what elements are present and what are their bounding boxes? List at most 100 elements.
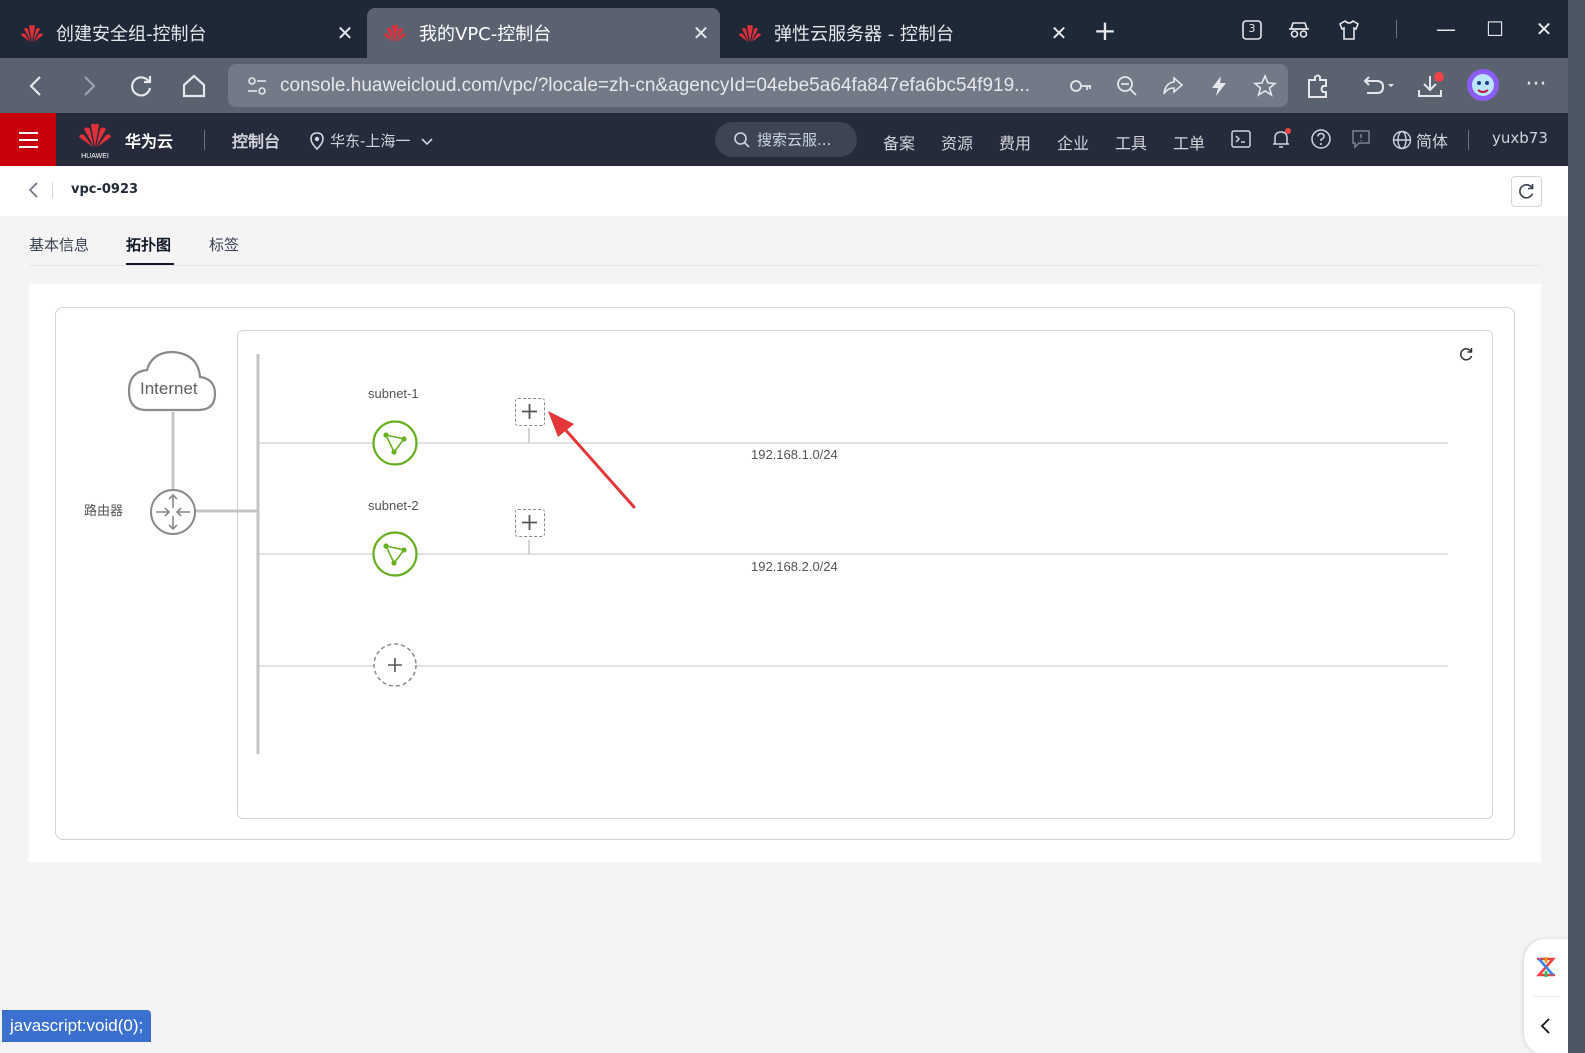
region-selector[interactable]: 华东-上海一: [310, 130, 434, 151]
username[interactable]: yuxb73: [1492, 129, 1548, 147]
huawei-favicon-icon: [21, 25, 43, 42]
maximize-button[interactable]: ☐: [1480, 14, 1510, 44]
browser-tab-title: 我的VPC-控制台: [419, 24, 552, 45]
internet-label: Internet: [140, 379, 198, 398]
new-tab-button[interactable]: +: [1090, 14, 1120, 48]
key-icon[interactable]: [1068, 73, 1094, 99]
console-header: HUAWEI 华为云 控制台 华东-上海一 搜索云服... 备案 资源 费用 企…: [0, 113, 1568, 166]
language-switch[interactable]: 简体: [1392, 128, 1448, 152]
share-icon[interactable]: [1160, 73, 1186, 99]
header-divider: [204, 130, 205, 150]
favorite-star-icon[interactable]: [1252, 73, 1278, 99]
toolbar-divider: [1396, 20, 1397, 38]
browser-toolbar: console.huaweicloud.com/vpc/?locale=zh-c…: [0, 58, 1568, 113]
subnet-1-cidr: 192.168.1.0/24: [751, 447, 838, 462]
subnet-2-cidr: 192.168.2.0/24: [751, 559, 838, 574]
search-icon: [734, 131, 750, 148]
tab-tags[interactable]: 标签: [209, 234, 239, 255]
subnet-2-name: subnet-2: [368, 498, 419, 513]
nav-enterprise[interactable]: 企业: [1057, 130, 1089, 154]
extensions-icon[interactable]: [1302, 70, 1334, 102]
close-tab-icon[interactable]: ✕: [690, 21, 712, 45]
download-icon[interactable]: [1414, 70, 1446, 102]
forward-arrow-icon[interactable]: [73, 70, 105, 102]
page-content: vpc-0923 基本信息 拓扑图 标签 Internet 路由器 subnet…: [0, 166, 1568, 1053]
nav-tools[interactable]: 工具: [1115, 130, 1147, 154]
back-chevron-icon[interactable]: [24, 179, 44, 201]
shirt-icon[interactable]: [1337, 18, 1361, 42]
assistant-logo-icon[interactable]: [1534, 955, 1558, 979]
huawei-favicon-icon: [739, 25, 761, 42]
breadcrumb-divider: [52, 182, 53, 198]
refresh-icon: [1519, 184, 1534, 199]
browser-menu-icon[interactable]: ···: [1520, 72, 1552, 97]
close-window-button[interactable]: ✕: [1529, 14, 1559, 44]
tab-topology[interactable]: 拓扑图: [126, 234, 171, 255]
reload-icon[interactable]: [125, 70, 157, 102]
tab-basic-info[interactable]: 基本信息: [29, 234, 89, 255]
profile-avatar-icon[interactable]: [1466, 68, 1500, 102]
status-text: javascript:void(0);: [10, 1016, 144, 1035]
service-search-input[interactable]: 搜索云服...: [715, 122, 857, 157]
lightning-icon[interactable]: [1206, 73, 1232, 99]
link-status-bar: javascript:void(0);: [2, 1010, 152, 1042]
brand-name[interactable]: 华为云: [125, 128, 173, 152]
subnet-1-name: subnet-1: [368, 386, 419, 401]
cloud-shell-icon[interactable]: [1230, 128, 1252, 150]
nav-beian[interactable]: 备案: [883, 130, 915, 154]
router-label: 路由器: [84, 503, 124, 518]
collapse-chevron-icon[interactable]: [1537, 1015, 1555, 1037]
browser-tab-3[interactable]: 弹性云服务器 - 控制台 ✕: [722, 8, 1078, 58]
nav-resources[interactable]: 资源: [941, 130, 973, 154]
huawei-logo-text: HUAWEI: [81, 153, 109, 160]
subnet-1-icon[interactable]: [371, 419, 419, 467]
huawei-logo[interactable]: HUAWEI: [78, 121, 112, 160]
browser-tab-title: 创建安全组-控制台: [56, 24, 207, 45]
browser-tab-2[interactable]: 我的VPC-控制台 ✕: [367, 8, 720, 58]
incognito-icon[interactable]: [1287, 18, 1311, 42]
language-label: 简体: [1416, 132, 1449, 151]
browser-tab-bar: 创建安全组-控制台 ✕ 我的VPC-控制台 ✕ 弹性云服务器 - 控制台 ✕ +…: [0, 0, 1568, 58]
browser-tab-1[interactable]: 创建安全组-控制台 ✕: [4, 8, 364, 58]
topology-card: Internet 路由器 subnet-1 192.168.1.0/24 sub…: [29, 284, 1541, 862]
breadcrumb: vpc-0923: [0, 166, 1568, 216]
page-title: vpc-0923: [71, 182, 139, 197]
back-arrow-icon[interactable]: [20, 70, 52, 102]
window-edge: [1568, 0, 1585, 1053]
url-text: console.huaweicloud.com/vpc/?locale=zh-c…: [280, 74, 1030, 96]
address-bar[interactable]: console.huaweicloud.com/vpc/?locale=zh-c…: [228, 64, 1288, 107]
side-panel-divider: [1534, 996, 1560, 997]
huawei-favicon-icon: [384, 25, 406, 42]
add-subnet-button[interactable]: [372, 642, 418, 688]
refresh-button[interactable]: [1511, 176, 1542, 207]
close-tab-icon[interactable]: ✕: [1048, 21, 1070, 45]
nav-tickets[interactable]: 工单: [1173, 130, 1205, 154]
floating-side-panel: [1524, 939, 1568, 1053]
zoom-out-icon[interactable]: [1114, 73, 1140, 99]
close-tab-icon[interactable]: ✕: [334, 21, 356, 45]
browser-tab-title: 弹性云服务器 - 控制台: [774, 24, 954, 45]
subnet-2-add-instance-button[interactable]: [515, 509, 545, 537]
notification-bell-icon[interactable]: [1270, 128, 1292, 150]
feedback-icon[interactable]: [1350, 128, 1372, 150]
tab-count-button[interactable]: 3: [1240, 18, 1264, 42]
annotation-arrow-icon: [548, 411, 636, 509]
site-settings-icon[interactable]: [244, 73, 270, 99]
header-divider: [1468, 130, 1469, 150]
nav-billing[interactable]: 费用: [999, 130, 1031, 154]
subnet-2-icon[interactable]: [371, 530, 419, 578]
minimize-button[interactable]: —: [1431, 14, 1461, 44]
plus-icon: [522, 515, 537, 530]
undo-dropdown-icon[interactable]: [1357, 70, 1397, 102]
home-icon[interactable]: [178, 70, 210, 102]
help-icon[interactable]: [1310, 128, 1332, 150]
diagram-refresh-icon[interactable]: [1457, 345, 1475, 363]
service-menu-button[interactable]: [0, 113, 56, 166]
console-title[interactable]: 控制台: [232, 128, 280, 152]
detail-tabs: 基本信息 拓扑图 标签: [29, 216, 1541, 266]
globe-icon: [1392, 130, 1412, 150]
router-icon[interactable]: [149, 488, 197, 536]
chevron-down-icon: [421, 137, 433, 145]
location-pin-icon: [310, 131, 324, 150]
huawei-logo-icon: [79, 123, 111, 147]
